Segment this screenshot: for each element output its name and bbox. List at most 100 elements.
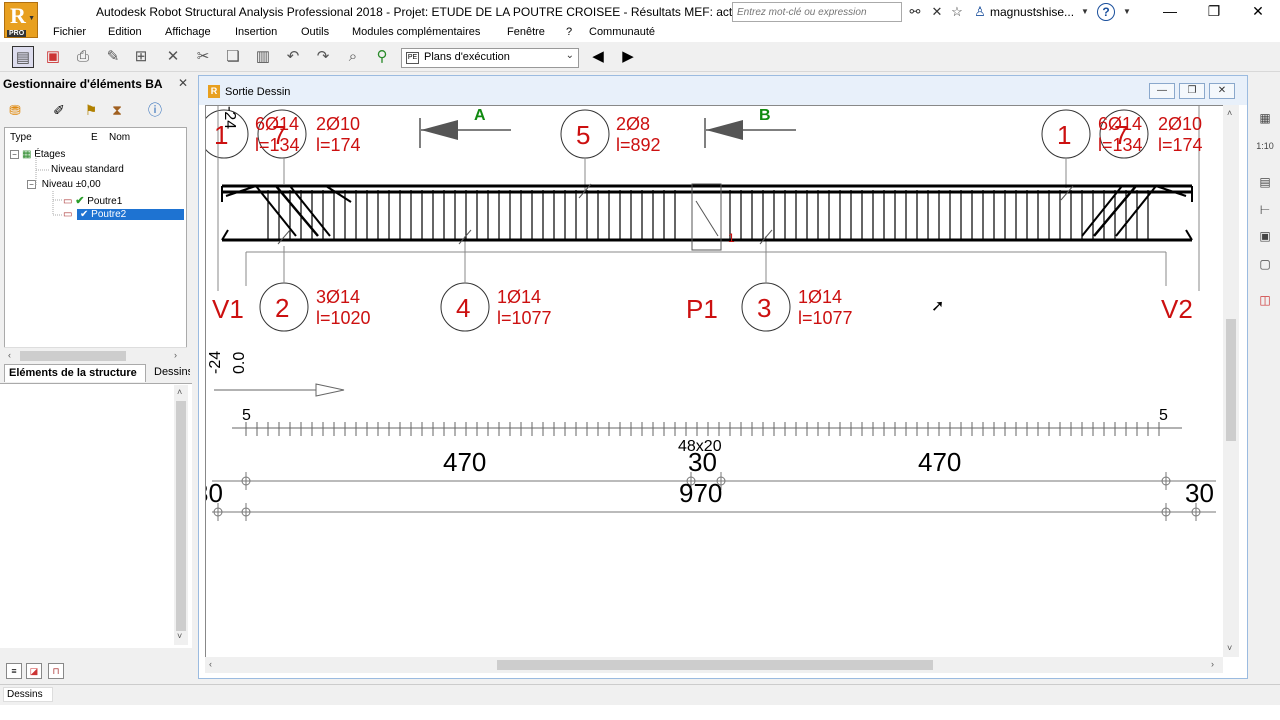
print-preview-icon[interactable]: ✎: [102, 46, 124, 68]
filter-icon[interactable]: ⚑: [82, 101, 100, 119]
scroll-up-icon[interactable]: ˄: [1227, 108, 1232, 118]
logo-badge: PRO: [7, 30, 27, 37]
chevron-down-icon[interactable]: ▼: [1076, 3, 1094, 21]
tree-view-icon[interactable]: ≡: [6, 663, 22, 679]
restore-button[interactable]: ❐: [1192, 0, 1236, 24]
star-icon[interactable]: ☆: [948, 3, 966, 21]
copy-icon[interactable]: ❏: [222, 46, 244, 68]
frame-icon[interactable]: ▢: [1255, 254, 1275, 274]
close-icon[interactable]: ✕: [178, 76, 188, 90]
status-bar: Dessins: [0, 684, 1280, 702]
mark-5-length: l=892: [616, 135, 661, 155]
dim-span-right: 470: [918, 447, 961, 477]
menu-edition[interactable]: Edition: [108, 26, 142, 38]
page-layout-icon[interactable]: ▦: [1255, 108, 1275, 128]
dimension-icon[interactable]: ⊢: [1255, 200, 1275, 220]
window-title: Autodesk Robot Structural Analysis Profe…: [96, 5, 755, 19]
views-icon[interactable]: ▣: [1255, 226, 1275, 246]
doc-restore-button[interactable]: ❐: [1179, 83, 1205, 99]
delete-icon[interactable]: ✕: [162, 46, 184, 68]
doc-minimize-button[interactable]: —: [1149, 83, 1175, 99]
hourglass-icon[interactable]: ⧗: [108, 101, 126, 119]
plan-select[interactable]: PE Plans d'exécution ⌄: [401, 48, 579, 68]
menu-outils[interactable]: Outils: [301, 26, 329, 38]
new-element-icon[interactable]: ⛃: [6, 101, 24, 119]
chevron-down-icon[interactable]: ▼: [1118, 3, 1136, 21]
zoom-icon[interactable]: ⌕: [342, 46, 364, 68]
menu-insertion[interactable]: Insertion: [235, 26, 277, 38]
lower-vertical-scrollbar[interactable]: ˄ ˅: [174, 385, 188, 645]
dim-total: 970: [679, 478, 722, 508]
table-icon[interactable]: ▤: [1255, 172, 1275, 192]
document-vertical-scrollbar[interactable]: ˄ ˅: [1223, 105, 1239, 657]
menu-modules[interactable]: Modules complémentaires: [352, 26, 480, 38]
tree-horizontal-scrollbar[interactable]: ‹ ›: [4, 347, 187, 363]
support-p1: P1: [686, 294, 718, 324]
scroll-left-icon[interactable]: ‹: [8, 350, 11, 360]
user-name[interactable]: magnustshise...: [990, 5, 1074, 19]
manager-icon[interactable]: ▤: [12, 46, 34, 68]
top-left-level: -24: [221, 106, 238, 129]
layers-icon[interactable]: ◫: [1255, 290, 1275, 310]
previous-icon[interactable]: ◀: [587, 46, 609, 68]
chevron-down-icon: ▼: [28, 15, 35, 22]
close-button[interactable]: ✕: [1236, 0, 1280, 24]
mark-1-left-length: l=134: [255, 135, 300, 155]
mark-5: 5: [576, 120, 590, 150]
bottom-strip: [0, 705, 1280, 720]
document-horizontal-scrollbar[interactable]: ‹ ›: [205, 657, 1223, 673]
support-v2: V2: [1161, 294, 1193, 324]
scroll-left-icon[interactable]: ‹: [209, 659, 212, 669]
structure-icon[interactable]: ⚲: [371, 46, 393, 68]
print-icon[interactable]: ⎙: [72, 46, 94, 68]
scroll-down-icon[interactable]: ˅: [1227, 643, 1232, 653]
mark-5-bars: 2Ø8: [616, 114, 650, 134]
left-panel: Gestionnaire d'éléments BA ✕ ⛃ ✐ ⚑ ⧗ ⓘ T…: [0, 73, 192, 680]
template-icon[interactable]: ⊓: [48, 663, 64, 679]
undo-icon[interactable]: ↶: [282, 46, 304, 68]
redo-icon[interactable]: ↷: [312, 46, 334, 68]
scroll-right-icon[interactable]: ›: [1211, 659, 1214, 669]
scroll-thumb[interactable]: [176, 401, 186, 631]
scroll-thumb[interactable]: [20, 351, 126, 361]
right-toolbar: ▦ 1:10 ▤ ⊢ ▣ ▢ ◫: [1250, 100, 1280, 320]
mark-2-length: l=1020: [316, 308, 371, 328]
toolbar: ▤ ▣ ⎙ ✎ ⊞ ✕ ✂ ❏ ▥ ↶ ↷ ⌕ ⚲ ◀ ▶: [0, 42, 1280, 72]
next-icon[interactable]: ▶: [617, 46, 639, 68]
scroll-right-icon[interactable]: ›: [174, 350, 177, 360]
scale-icon[interactable]: 1:10: [1255, 136, 1275, 156]
app-logo[interactable]: R ▼ PRO: [4, 2, 38, 38]
brush-icon[interactable]: ✐: [50, 101, 68, 119]
cut-icon[interactable]: ✂: [192, 46, 214, 68]
scroll-up-icon[interactable]: ˄: [177, 387, 182, 397]
small-mark: 1: [728, 231, 735, 245]
drawing-icon[interactable]: ◪: [26, 663, 42, 679]
menu-help[interactable]: ?: [566, 26, 572, 38]
menu-fenetre[interactable]: Fenêtre: [507, 26, 545, 38]
mouse-cursor-icon: ➚: [931, 298, 945, 315]
menu-communaute[interactable]: Communauté: [589, 26, 655, 38]
save-icon[interactable]: ▣: [42, 46, 64, 68]
tools-icon[interactable]: ✕: [928, 3, 946, 21]
scroll-thumb[interactable]: [1226, 319, 1236, 441]
spacing-label-right: 5: [1159, 407, 1168, 424]
binoculars-icon[interactable]: ⚯: [906, 3, 924, 21]
help-button[interactable]: ?: [1097, 3, 1115, 21]
scroll-thumb[interactable]: [497, 660, 933, 670]
tab-elements-structure[interactable]: Eléments de la structure: [4, 364, 146, 382]
tab-dessins[interactable]: Dessins: [150, 364, 190, 382]
search-input[interactable]: [732, 2, 902, 22]
menu-affichage[interactable]: Affichage: [165, 26, 211, 38]
scroll-down-icon[interactable]: ˅: [177, 631, 182, 641]
dim-span-left: 470: [443, 447, 486, 477]
help-icon[interactable]: ⓘ: [146, 101, 164, 119]
user-icon[interactable]: ♙: [971, 3, 989, 21]
paste-icon[interactable]: ▥: [252, 46, 274, 68]
minimize-button[interactable]: —: [1148, 0, 1192, 24]
menu-fichier[interactable]: Fichier: [53, 26, 86, 38]
mark-4-bars: 1Ø14: [497, 287, 541, 307]
dim-end-right: 30: [1185, 478, 1214, 508]
page-setup-icon[interactable]: ⊞: [130, 46, 152, 68]
doc-close-button[interactable]: ✕: [1209, 83, 1235, 99]
drawing-canvas[interactable]: 1 7 5 1 7 2 4 3 V1 P1 V2 6Ø14 l=134 2Ø10…: [205, 105, 1223, 657]
